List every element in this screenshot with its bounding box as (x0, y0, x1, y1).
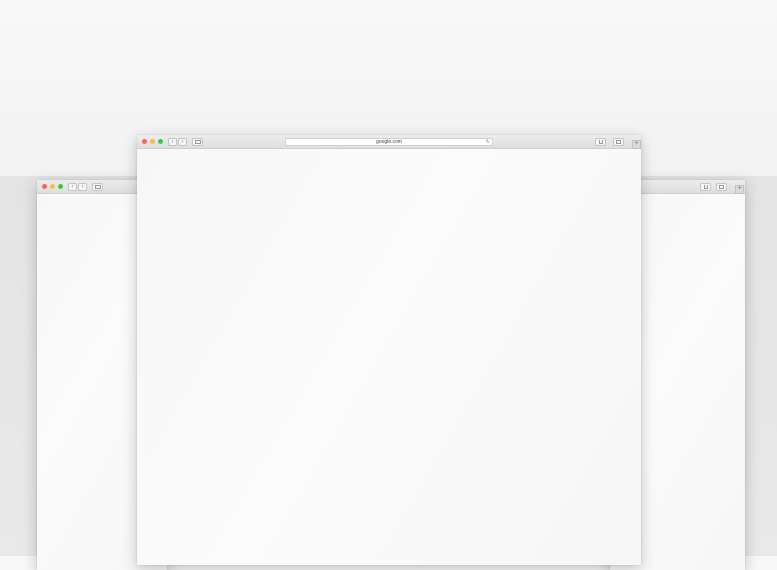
tabs-overview-button[interactable] (613, 138, 624, 146)
forward-button[interactable]: › (178, 138, 187, 146)
address-url: google.com (376, 139, 402, 145)
forward-button[interactable]: › (78, 183, 87, 191)
address-bar[interactable]: google.com ↻ (285, 138, 493, 146)
sidebar-icon (194, 140, 201, 144)
back-button[interactable]: ‹ (168, 138, 177, 146)
minimize-button[interactable] (50, 184, 55, 189)
browser-window-front: ‹ › google.com ↻ + (137, 135, 641, 565)
tabs-icon (616, 140, 621, 144)
sidebar-button[interactable] (92, 183, 103, 191)
tabs-icon (719, 185, 724, 189)
close-button[interactable] (142, 139, 147, 144)
page-content-front (137, 149, 641, 565)
zoom-button[interactable] (58, 184, 63, 189)
share-button[interactable] (595, 138, 606, 146)
tabs-overview-button[interactable] (716, 183, 727, 191)
share-icon (598, 140, 603, 144)
new-tab-button[interactable]: + (632, 140, 641, 149)
new-tab-plus-icon: + (634, 140, 639, 147)
zoom-button[interactable] (158, 139, 163, 144)
sidebar-icon (94, 185, 101, 189)
new-tab-button[interactable]: + (735, 185, 744, 194)
back-button[interactable]: ‹ (68, 183, 77, 191)
minimize-button[interactable] (150, 139, 155, 144)
new-tab-plus-icon: + (737, 185, 742, 192)
share-icon (703, 185, 708, 189)
sidebar-button[interactable] (192, 138, 203, 146)
close-button[interactable] (42, 184, 47, 189)
back-arrow-icon: ‹ (171, 139, 174, 145)
forward-arrow-icon: › (181, 139, 184, 145)
back-arrow-icon: ‹ (71, 184, 74, 190)
reload-icon[interactable]: ↻ (486, 139, 490, 145)
share-button[interactable] (700, 183, 711, 191)
forward-arrow-icon: › (81, 184, 84, 190)
title-bar-front[interactable]: ‹ › google.com ↻ (137, 135, 641, 149)
